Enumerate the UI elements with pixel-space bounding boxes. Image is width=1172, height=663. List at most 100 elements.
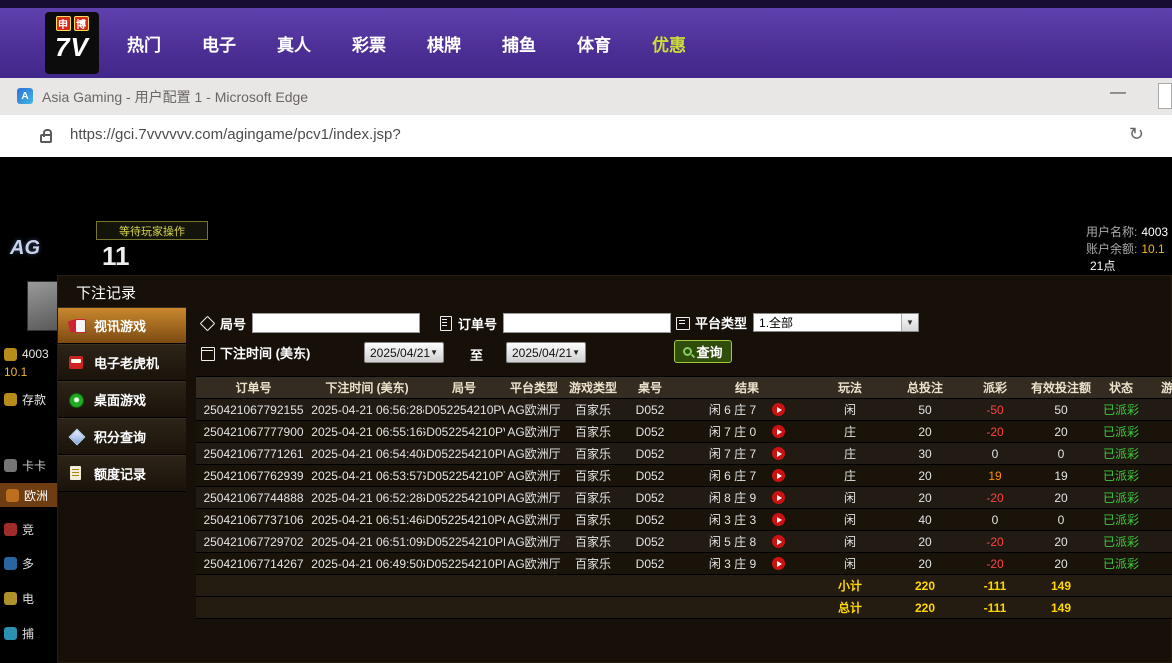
nav-item-2[interactable]: 真人 <box>277 31 311 56</box>
cell-result: 闲 3 庄 9 <box>677 553 817 574</box>
table-row[interactable]: 2504210677142672025-04-21 06:49:50GD0522… <box>196 553 1172 575</box>
left-item-5[interactable]: 竞 <box>4 517 57 541</box>
order-input[interactable] <box>503 313 671 333</box>
cell-order: 250421067777900 <box>196 421 311 442</box>
nav-item-4[interactable]: 棋牌 <box>427 31 461 56</box>
cell-status: 已派彩 <box>1099 465 1143 486</box>
replay-icon[interactable] <box>772 425 785 438</box>
cell-order: 250421067744888 <box>196 487 311 508</box>
cell-game <box>1143 487 1172 508</box>
cell-platform: AG欧洲厅 <box>505 509 563 530</box>
cell-game <box>1143 509 1172 530</box>
left-item-2[interactable]: 存款 <box>4 387 57 411</box>
table-row[interactable]: 2504210677779002025-04-21 06:55:16GD0522… <box>196 421 1172 443</box>
cell-order: 250421067792155 <box>196 399 311 420</box>
nav-item-1[interactable]: 电子 <box>202 31 236 56</box>
replay-icon[interactable] <box>772 469 785 482</box>
replay-icon[interactable] <box>772 513 785 526</box>
cell-time: 2025-04-21 06:49:50 <box>311 553 423 574</box>
cell-time: 2025-04-21 06:54:40 <box>311 443 423 464</box>
cell-order: 250421067714267 <box>196 553 311 574</box>
cell-payout: -111 <box>967 575 1023 596</box>
table-row[interactable]: 2504210677921552025-04-21 06:56:28GD0522… <box>196 399 1172 421</box>
site-logo[interactable]: 申 博 7V <box>45 12 99 74</box>
left-item-8[interactable]: 捕 <box>4 621 57 645</box>
time-filter: 下注时间 (美东) <box>200 343 310 362</box>
sidebar-item-2[interactable]: 桌面游戏 <box>58 381 186 418</box>
screen: 申 博 7V 热门电子真人彩票棋牌捕鱼体育优惠 A Asia Gaming - … <box>0 0 1172 663</box>
left-item-label: 捕 <box>22 625 34 642</box>
sidebar-item-label: 视讯游戏 <box>94 316 146 335</box>
nav-item-5[interactable]: 捕鱼 <box>502 31 536 56</box>
cell-valid: 50 <box>1023 399 1099 420</box>
order-filter: 订单号 <box>438 313 671 333</box>
cell-bet: 20 <box>883 465 967 486</box>
left-item-label: 欧洲 <box>24 487 48 504</box>
cell-round: GD052254210PN <box>423 553 505 574</box>
replay-icon[interactable] <box>772 403 785 416</box>
nav-item-0[interactable]: 热门 <box>127 31 161 56</box>
url-text[interactable]: https://gci.7vvvvvv.com/agingame/pcv1/in… <box>70 126 401 143</box>
time-label: 下注时间 (美东) <box>220 343 310 362</box>
play-triangle <box>777 429 782 435</box>
platform-select[interactable]: 1.全部 ▼ <box>753 313 919 332</box>
user-info-label: 用户名称: <box>1086 225 1137 239</box>
cell-time: 2025-04-21 06:53:57 <box>311 465 423 486</box>
left-item-label: 电 <box>22 590 34 607</box>
nav-item-6[interactable]: 体育 <box>577 31 611 56</box>
round-input[interactable] <box>252 313 420 333</box>
table-row[interactable]: 2504210677448882025-04-21 06:52:28GD0522… <box>196 487 1172 509</box>
refresh-icon[interactable]: ↻ <box>1129 124 1144 145</box>
table-row[interactable]: 2504210677712612025-04-21 06:54:40GD0522… <box>196 443 1172 465</box>
panel-title: 下注记录 <box>76 282 136 303</box>
cell-bet: 40 <box>883 509 967 530</box>
replay-icon[interactable] <box>772 491 785 504</box>
sidebar-item-4[interactable]: 额度记录 <box>58 455 186 492</box>
left-item-3[interactable]: 卡卡 <box>4 453 57 477</box>
minimize-button[interactable]: — <box>1110 84 1126 102</box>
date-from-select[interactable]: 2025/04/21 ▼ <box>364 342 444 363</box>
cell-play: 闲 <box>817 487 883 508</box>
cell-order: 250421067771261 <box>196 443 311 464</box>
cell-gametype: 百家乐 <box>563 553 623 574</box>
cell-play: 庄 <box>817 465 883 486</box>
user-info: 用户名称:4003账户余额:10.121点 <box>1086 223 1172 274</box>
logo-badges: 申 博 <box>56 16 89 31</box>
replay-icon[interactable] <box>772 557 785 570</box>
sidebar-item-3[interactable]: 积分查询 <box>58 418 186 455</box>
chevron-down-icon: ▼ <box>572 348 580 357</box>
sidebar-item-1[interactable]: 电子老虎机 <box>58 344 186 381</box>
sidebar-item-0[interactable]: 视讯游戏 <box>58 307 186 344</box>
col-header-payout: 派彩 <box>967 377 1023 398</box>
table-row[interactable]: 2504210677371062025-04-21 06:51:46GD0522… <box>196 509 1172 531</box>
table-header-row: 订单号下注时间 (美东)局号平台类型游戏类型桌号结果玩法总投注派彩有效投注额状态… <box>196 377 1172 399</box>
cell-round: GD052254210PR <box>423 487 505 508</box>
cell-payout: 0 <box>967 509 1023 530</box>
waiting-status-box: 等待玩家操作 <box>96 221 208 240</box>
cell-play: 闲 <box>817 553 883 574</box>
user-info-line-1: 账户余额:10.1 <box>1086 240 1172 257</box>
left-item-4[interactable]: 欧洲 <box>0 483 57 507</box>
table-row[interactable]: 2504210677297022025-04-21 06:51:09GD0522… <box>196 531 1172 553</box>
cell-play: 闲 <box>817 531 883 552</box>
cell-time: 2025-04-21 06:56:28 <box>311 399 423 420</box>
replay-icon[interactable] <box>772 447 785 460</box>
replay-icon[interactable] <box>772 535 785 548</box>
cell-time <box>311 597 423 618</box>
query-button[interactable]: 查询 <box>674 340 732 363</box>
left-item-7[interactable]: 电 <box>4 586 57 610</box>
cell-game <box>1143 553 1172 574</box>
nav-item-7[interactable]: 优惠 <box>652 31 686 56</box>
table-row[interactable]: 2504210677629392025-04-21 06:53:57GD0522… <box>196 465 1172 487</box>
left-item-label: 卡卡 <box>22 457 46 474</box>
cell-tableno: D052 <box>623 509 677 530</box>
left-item-6[interactable]: 多 <box>4 551 57 575</box>
nav-item-3[interactable]: 彩票 <box>352 31 386 56</box>
col-header-valid: 有效投注额 <box>1023 377 1099 398</box>
cell-valid: 20 <box>1023 531 1099 552</box>
cell-time: 2025-04-21 06:55:16 <box>311 421 423 442</box>
cell-gametype: 百家乐 <box>563 531 623 552</box>
date-to-select[interactable]: 2025/04/21 ▼ <box>506 342 586 363</box>
left-item-1[interactable]: 10.1 <box>4 360 57 384</box>
cell-tableno: D052 <box>623 465 677 486</box>
